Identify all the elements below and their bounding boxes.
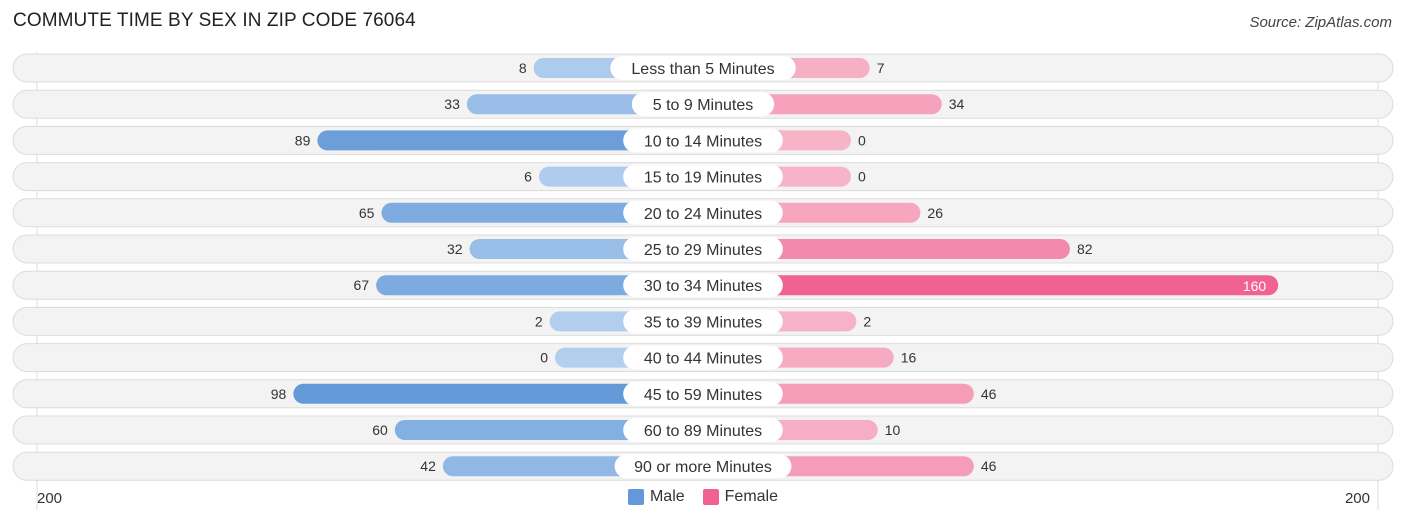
category-label: 40 to 44 Minutes <box>644 351 762 368</box>
category-label: 90 or more Minutes <box>634 459 772 476</box>
category-label: 35 to 39 Minutes <box>644 314 762 331</box>
legend-label-female: Female <box>724 488 779 505</box>
value-label-male: 0 <box>540 350 548 366</box>
category-label: 20 to 24 Minutes <box>644 206 762 223</box>
value-label-female: 82 <box>1077 241 1093 257</box>
value-label-male: 33 <box>444 96 460 112</box>
chart-plot: 8 7 Less than 5 Minutes 33 34 5 to 9 Minutes 8… <box>12 52 1394 510</box>
category-label: 15 to 19 Minutes <box>644 170 762 187</box>
category-label: 10 to 14 Minutes <box>644 133 762 150</box>
value-label-female: 2 <box>863 313 871 329</box>
value-label-male: 65 <box>359 205 375 221</box>
value-label-female: 0 <box>858 169 866 185</box>
value-label-female: 10 <box>885 422 901 438</box>
value-label-male: 6 <box>524 169 532 185</box>
legend-item-female[interactable]: Female <box>702 488 779 506</box>
category-label: Less than 5 Minutes <box>631 61 774 78</box>
category-label: 5 to 9 Minutes <box>653 97 754 114</box>
legend-swatch-female <box>702 489 719 505</box>
value-label-female: 0 <box>858 132 866 148</box>
value-label-female: 26 <box>927 205 943 221</box>
value-label-female: 46 <box>981 386 997 402</box>
value-label-male: 60 <box>372 422 388 438</box>
value-label-male: 2 <box>535 313 543 329</box>
value-label-male: 8 <box>519 60 527 76</box>
category-label: 30 to 34 Minutes <box>644 278 762 295</box>
value-label-male: 32 <box>447 241 463 257</box>
value-label-female: 7 <box>877 60 885 76</box>
bar-female <box>703 275 1279 296</box>
legend-item-male[interactable]: Male <box>627 488 685 506</box>
value-label-female: 160 <box>1243 278 1267 294</box>
value-label-male: 67 <box>354 277 370 293</box>
legend: Male Female <box>0 488 1406 506</box>
value-label-female: 34 <box>949 96 965 112</box>
legend-swatch-male <box>627 489 644 505</box>
legend-label-male: Male <box>649 488 685 505</box>
category-label: 25 to 29 Minutes <box>644 242 762 259</box>
category-label: 60 to 89 Minutes <box>644 423 762 440</box>
value-label-female: 16 <box>901 350 917 366</box>
value-label-male: 98 <box>271 386 287 402</box>
category-label: 45 to 59 Minutes <box>644 387 762 404</box>
value-label-male: 89 <box>295 132 311 148</box>
value-label-female: 46 <box>981 458 997 474</box>
value-label-male: 42 <box>420 458 436 474</box>
